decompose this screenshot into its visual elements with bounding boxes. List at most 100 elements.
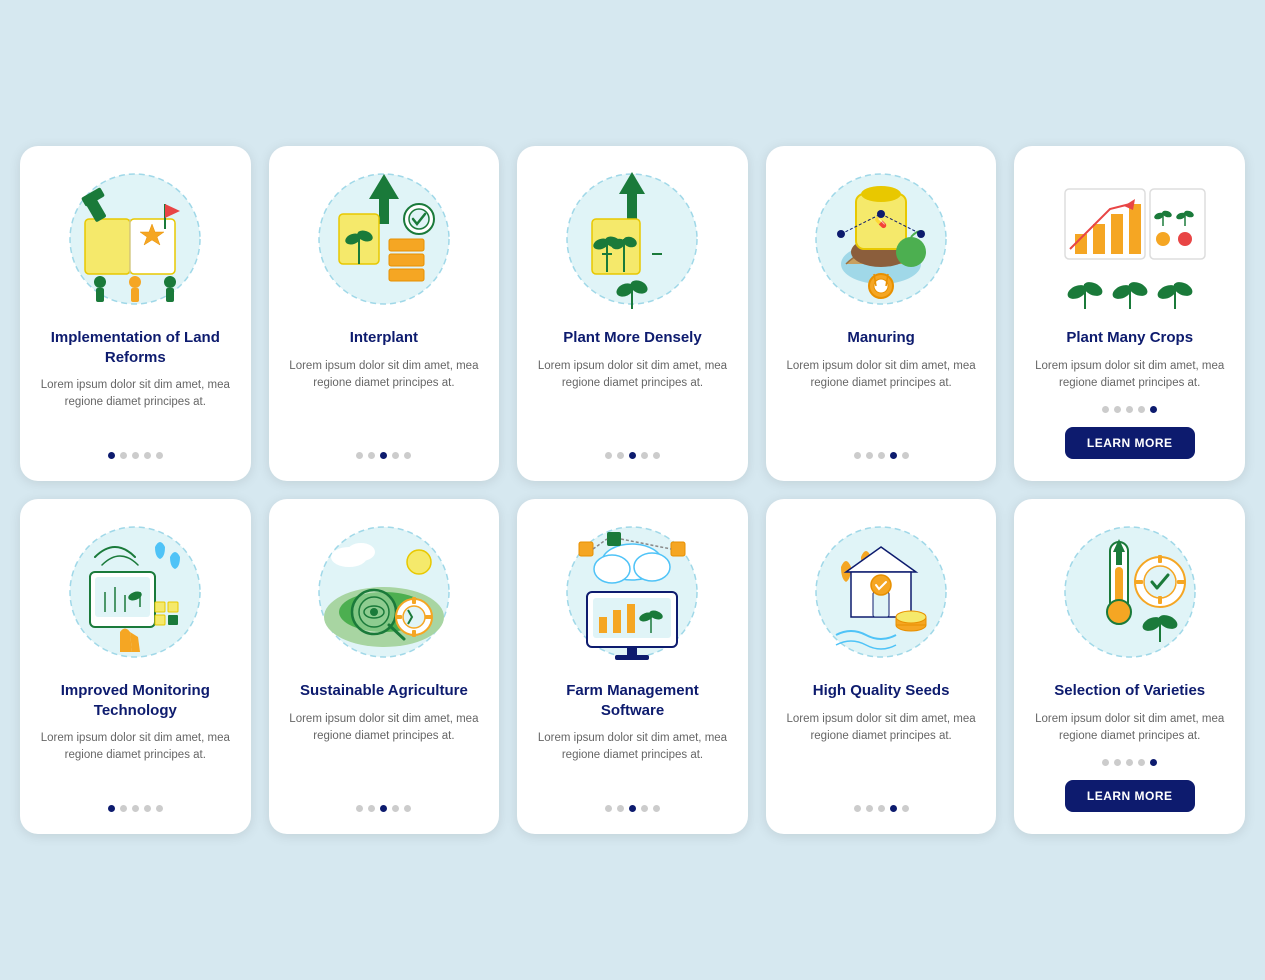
dot-0: [108, 452, 115, 459]
dot-1: [1114, 406, 1121, 413]
card-body-land-reforms: Lorem ipsum dolor sit dim amet, mea regi…: [36, 377, 235, 438]
dot-3: [890, 452, 897, 459]
learn-more-button-plant-crops[interactable]: LEARN MORE: [1065, 427, 1195, 459]
card-land-reforms: Implementation of Land Reforms Lorem ips…: [20, 146, 251, 481]
dot-3: [392, 805, 399, 812]
dot-1: [368, 805, 375, 812]
dot-2: [380, 452, 387, 459]
illustration-monitoring: [60, 517, 210, 667]
dots-seeds: [854, 805, 909, 812]
illustration-plant-dense: [557, 164, 707, 314]
card-title-monitoring: Improved Monitoring Technology: [36, 681, 235, 720]
card-farm-software: Farm Management Software Lorem ipsum dol…: [517, 499, 748, 834]
card-plant-dense: Plant More Densely Lorem ipsum dolor sit…: [517, 146, 748, 481]
illustration-sustainable: [309, 517, 459, 667]
dot-0: [108, 805, 115, 812]
dot-4: [404, 805, 411, 812]
dot-2: [629, 805, 636, 812]
dot-3: [144, 805, 151, 812]
card-body-manuring: Lorem ipsum dolor sit dim amet, mea regi…: [782, 358, 981, 439]
card-title-plant-dense: Plant More Densely: [563, 328, 701, 348]
dot-1: [368, 452, 375, 459]
dot-4: [902, 805, 909, 812]
dot-3: [1138, 406, 1145, 413]
dot-2: [878, 452, 885, 459]
card-manuring: 💊 Manuring Lorem ipsum dolor sit dim ame…: [766, 146, 997, 481]
card-body-varieties: Lorem ipsum dolor sit dim amet, mea regi…: [1030, 711, 1229, 746]
card-grid: Implementation of Land Reforms Lorem ips…: [20, 146, 1245, 834]
card-interplant: Interplant Lorem ipsum dolor sit dim ame…: [269, 146, 500, 481]
card-body-seeds: Lorem ipsum dolor sit dim amet, mea regi…: [782, 711, 981, 792]
dots-plant-dense: [605, 452, 660, 459]
card-title-interplant: Interplant: [350, 328, 418, 348]
dots-farm-software: [605, 805, 660, 812]
dots-plant-crops: [1102, 406, 1157, 413]
card-title-plant-crops: Plant Many Crops: [1066, 328, 1193, 348]
dot-3: [890, 805, 897, 812]
card-body-plant-dense: Lorem ipsum dolor sit dim amet, mea regi…: [533, 358, 732, 439]
dot-3: [392, 452, 399, 459]
card-varieties: Selection of Varieties Lorem ipsum dolor…: [1014, 499, 1245, 834]
dot-2: [132, 452, 139, 459]
dot-1: [120, 805, 127, 812]
dot-0: [605, 805, 612, 812]
dot-4: [653, 805, 660, 812]
dot-4: [1150, 759, 1157, 766]
illustration-land-reforms: [60, 164, 210, 314]
dot-4: [156, 452, 163, 459]
dot-1: [866, 805, 873, 812]
dot-0: [605, 452, 612, 459]
card-body-sustainable: Lorem ipsum dolor sit dim amet, mea regi…: [285, 711, 484, 792]
dot-0: [356, 805, 363, 812]
illustration-varieties: [1055, 517, 1205, 667]
dot-2: [380, 805, 387, 812]
dot-4: [902, 452, 909, 459]
learn-more-button-varieties[interactable]: LEARN MORE: [1065, 780, 1195, 812]
dot-0: [1102, 759, 1109, 766]
dot-0: [854, 805, 861, 812]
dot-2: [878, 805, 885, 812]
card-body-plant-crops: Lorem ipsum dolor sit dim amet, mea regi…: [1030, 358, 1229, 393]
dots-varieties: [1102, 759, 1157, 766]
dot-1: [617, 452, 624, 459]
card-body-farm-software: Lorem ipsum dolor sit dim amet, mea regi…: [533, 730, 732, 791]
illustration-seeds: [806, 517, 956, 667]
dot-4: [404, 452, 411, 459]
card-body-monitoring: Lorem ipsum dolor sit dim amet, mea regi…: [36, 730, 235, 791]
dot-3: [641, 805, 648, 812]
dot-3: [144, 452, 151, 459]
card-title-manuring: Manuring: [847, 328, 915, 348]
card-title-farm-software: Farm Management Software: [533, 681, 732, 720]
dot-0: [356, 452, 363, 459]
dot-1: [1114, 759, 1121, 766]
dot-0: [1102, 406, 1109, 413]
dot-3: [641, 452, 648, 459]
dot-2: [1126, 406, 1133, 413]
dot-1: [120, 452, 127, 459]
illustration-farm-software: [557, 517, 707, 667]
dot-1: [617, 805, 624, 812]
card-seeds: High Quality Seeds Lorem ipsum dolor sit…: [766, 499, 997, 834]
dots-interplant: [356, 452, 411, 459]
card-body-interplant: Lorem ipsum dolor sit dim amet, mea regi…: [285, 358, 484, 439]
dot-1: [866, 452, 873, 459]
illustration-interplant: [309, 164, 459, 314]
card-plant-crops: Plant Many Crops Lorem ipsum dolor sit d…: [1014, 146, 1245, 481]
dots-monitoring: [108, 805, 163, 812]
dot-4: [1150, 406, 1157, 413]
card-monitoring: Improved Monitoring Technology Lorem ips…: [20, 499, 251, 834]
dot-3: [1138, 759, 1145, 766]
card-sustainable: Sustainable Agriculture Lorem ipsum dolo…: [269, 499, 500, 834]
dot-4: [653, 452, 660, 459]
dots-land-reforms: [108, 452, 163, 459]
dots-manuring: [854, 452, 909, 459]
card-title-land-reforms: Implementation of Land Reforms: [36, 328, 235, 367]
card-title-sustainable: Sustainable Agriculture: [300, 681, 468, 701]
illustration-manuring: 💊: [806, 164, 956, 314]
dot-4: [156, 805, 163, 812]
card-title-seeds: High Quality Seeds: [813, 681, 950, 701]
card-title-varieties: Selection of Varieties: [1054, 681, 1205, 701]
dot-2: [1126, 759, 1133, 766]
dot-0: [854, 452, 861, 459]
illustration-plant-crops: [1055, 164, 1205, 314]
